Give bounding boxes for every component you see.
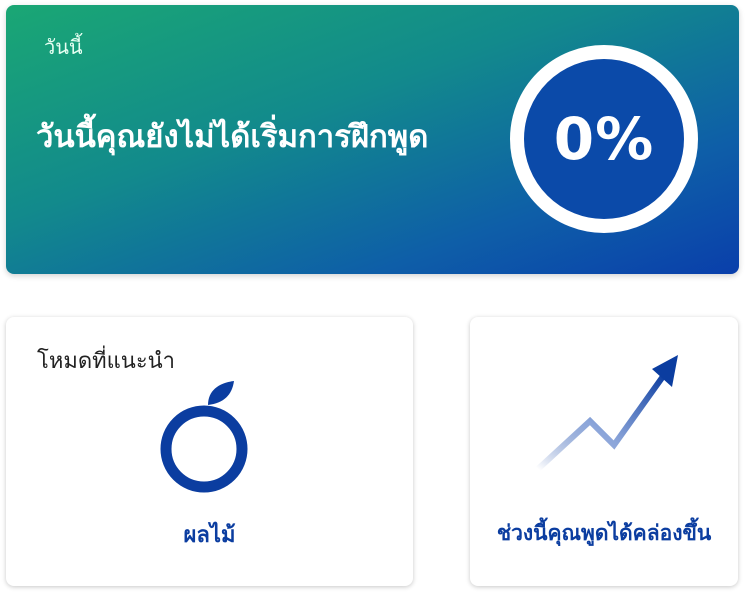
progress-ring: 0% [510,45,698,233]
fluency-trend-card[interactable]: ช่วงนี้คุณพูดได้คล่องขึ้น [470,317,738,586]
recommended-mode-label: ผลไม้ [183,523,236,548]
today-label: วันนี้ [44,35,83,59]
fluency-trend-label: ช่วงนี้คุณพูดได้คล่องขึ้น [496,521,712,545]
today-progress-banner: วันนี้ วันนี้คุณยังไม่ได้เริ่มการฝึกพูด … [6,5,739,274]
trend-up-icon [535,355,678,472]
today-headline: วันนี้คุณยังไม่ได้เริ่มการฝึกพูด [36,119,429,155]
progress-percent: 0% [553,105,655,173]
fruit-icon [160,381,248,493]
recommended-mode-title: โหมดที่แนะนำ [37,349,176,374]
recommended-mode-card[interactable]: โหมดที่แนะนำ ผลไม้ [6,317,413,586]
